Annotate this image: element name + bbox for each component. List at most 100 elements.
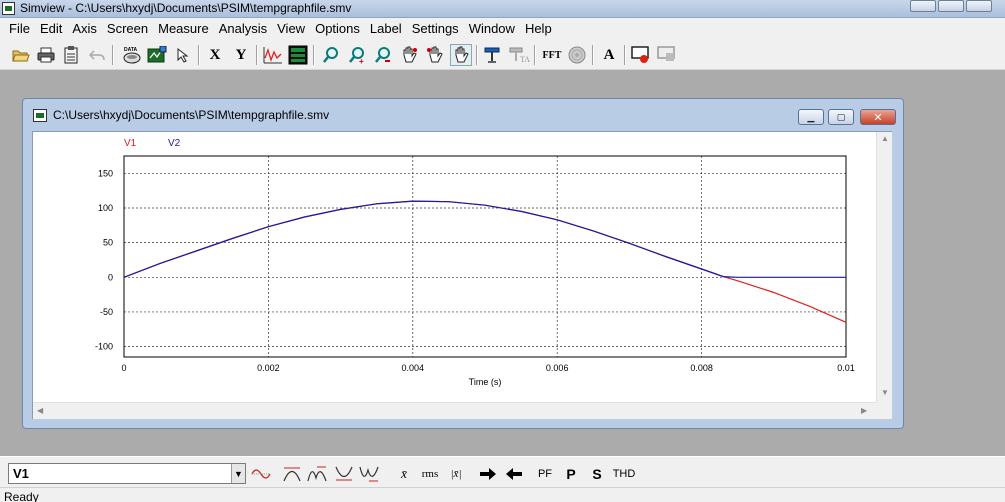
thd-button[interactable]: THD bbox=[611, 464, 637, 484]
menu-options[interactable]: Options bbox=[310, 18, 365, 40]
data-icon[interactable]: DATA bbox=[121, 44, 143, 66]
graph-close-button[interactable]: ✕ bbox=[860, 109, 896, 125]
scroll-right-icon[interactable]: ▶ bbox=[861, 406, 867, 415]
next-min-icon[interactable] bbox=[358, 464, 380, 484]
scroll-up-icon[interactable]: ▲ bbox=[881, 134, 889, 143]
close-button[interactable] bbox=[966, 0, 992, 12]
text-label-button[interactable]: A bbox=[598, 44, 620, 66]
next-max-icon[interactable] bbox=[306, 464, 328, 484]
graph-window-title-bar: C:\Users\hxydj\Documents\PSIM\tempgraphf… bbox=[23, 99, 903, 129]
graph-window-title: C:\Users\hxydj\Documents\PSIM\tempgraphf… bbox=[53, 108, 330, 122]
mean-button[interactable]: x̄ bbox=[393, 464, 415, 484]
scroll-corner bbox=[876, 402, 892, 419]
x-axis-button[interactable]: X bbox=[204, 44, 226, 66]
screen-disabled-icon[interactable] bbox=[656, 44, 678, 66]
legend-entry-v1[interactable]: V1 bbox=[124, 138, 137, 149]
measure-ta-icon[interactable]: TA bbox=[508, 44, 530, 66]
menu-bar: File Edit Axis Screen Measure Analysis V… bbox=[0, 18, 1005, 40]
menu-axis[interactable]: Axis bbox=[67, 18, 102, 40]
graph-maximize-button[interactable]: ▢ bbox=[828, 109, 854, 125]
series-line-v1[interactable] bbox=[123, 200, 847, 323]
menu-help[interactable]: Help bbox=[520, 18, 557, 40]
svg-text:TA: TA bbox=[520, 55, 530, 64]
power-factor-button[interactable]: PF bbox=[535, 464, 555, 484]
app-title-bar: Simview - C:\Users\hxydj\Documents\PSIM\… bbox=[0, 0, 1005, 18]
y-tick-label: 150 bbox=[98, 168, 113, 178]
max-peak-icon[interactable] bbox=[281, 464, 303, 484]
open-folder-icon[interactable] bbox=[10, 44, 32, 66]
menu-label[interactable]: Label bbox=[365, 18, 407, 40]
vertical-scrollbar[interactable]: ▲ ▼ bbox=[876, 132, 892, 402]
clipboard-icon[interactable] bbox=[60, 44, 82, 66]
horizontal-scrollbar[interactable]: ◀ ▶ bbox=[33, 402, 876, 419]
pan-right-hand-icon[interactable] bbox=[424, 44, 446, 66]
y-tick-label: 0 bbox=[108, 272, 113, 282]
measure-probe-icon[interactable] bbox=[482, 44, 504, 66]
menu-window[interactable]: Window bbox=[464, 18, 520, 40]
min-valley-icon[interactable] bbox=[333, 464, 355, 484]
status-text: Ready bbox=[4, 490, 39, 502]
menu-screen[interactable]: Screen bbox=[102, 18, 153, 40]
undo-icon[interactable] bbox=[86, 44, 108, 66]
graph-minimize-button[interactable]: ▁ bbox=[798, 109, 824, 125]
waveform-chart[interactable]: 0 0.002 0.004 0.006 0.008 0.01 150 100 50 0 -50 -10… bbox=[33, 132, 876, 402]
waveform-icon[interactable] bbox=[262, 44, 284, 66]
screen-layout-icon[interactable] bbox=[287, 44, 309, 66]
maximize-button[interactable] bbox=[938, 0, 964, 12]
zoom-in-icon[interactable]: + bbox=[346, 44, 368, 66]
data-icon-label: DATA bbox=[124, 47, 138, 53]
scroll-down-icon[interactable]: ▼ bbox=[881, 388, 889, 397]
print-icon[interactable] bbox=[35, 44, 57, 66]
apparent-power-button[interactable]: S bbox=[587, 464, 607, 484]
x-tick-label: 0.002 bbox=[257, 363, 280, 373]
arrow-left-icon[interactable] bbox=[503, 464, 525, 484]
fft-button[interactable]: FFT bbox=[538, 44, 566, 66]
menu-edit[interactable]: Edit bbox=[35, 18, 67, 40]
main-toolbar: DATA X Y + TA FFT A bbox=[0, 40, 1005, 70]
pan-left-hand-icon[interactable] bbox=[398, 44, 420, 66]
curve-select-dropdown[interactable]: V1 ▼ bbox=[8, 463, 246, 484]
rms-button[interactable]: rms bbox=[418, 464, 442, 484]
menu-file[interactable]: File bbox=[4, 18, 35, 40]
spectrum-disc-icon[interactable] bbox=[566, 44, 588, 66]
curve-toolbar: V1 ▼ x̄ rms |x̄| PF P S THD bbox=[0, 456, 1005, 488]
x-tick-label: 0.004 bbox=[402, 363, 425, 373]
y-tick-label: 50 bbox=[103, 238, 113, 248]
y-tick-label: -50 bbox=[100, 307, 113, 317]
real-power-button[interactable]: P bbox=[561, 464, 581, 484]
chevron-down-icon[interactable]: ▼ bbox=[231, 464, 245, 483]
arrow-right-icon[interactable] bbox=[477, 464, 499, 484]
minimize-button[interactable] bbox=[910, 0, 936, 12]
graph-document-icon bbox=[33, 109, 47, 122]
y-axis-button[interactable]: Y bbox=[230, 44, 252, 66]
menu-analysis[interactable]: Analysis bbox=[214, 18, 272, 40]
pan-hand-icon[interactable] bbox=[450, 44, 472, 66]
x-tick-label: 0 bbox=[121, 363, 126, 373]
abs-mean-button[interactable]: |x̄| bbox=[445, 464, 467, 484]
toolbar-separator bbox=[198, 45, 200, 65]
y-tick-label: 100 bbox=[98, 203, 113, 213]
zoom-icon[interactable] bbox=[320, 44, 342, 66]
zoom-out-icon[interactable] bbox=[372, 44, 394, 66]
menu-settings[interactable]: Settings bbox=[407, 18, 464, 40]
svg-text:+: + bbox=[359, 57, 364, 64]
toolbar-separator bbox=[256, 45, 258, 65]
x-tick-label: 0.008 bbox=[690, 363, 713, 373]
toolbar-separator bbox=[313, 45, 315, 65]
sine-wave-icon[interactable] bbox=[250, 464, 272, 484]
legend-entry-v2[interactable]: V2 bbox=[168, 138, 181, 149]
x-axis-label: Time (s) bbox=[469, 377, 502, 387]
simview-app-icon bbox=[2, 2, 15, 15]
toolbar-separator bbox=[624, 45, 626, 65]
add-curve-icon[interactable] bbox=[146, 44, 168, 66]
scroll-left-icon[interactable]: ◀ bbox=[37, 406, 43, 415]
toolbar-separator bbox=[534, 45, 536, 65]
screen-record-icon[interactable] bbox=[630, 44, 652, 66]
menu-measure[interactable]: Measure bbox=[153, 18, 214, 40]
y-tick-label: -100 bbox=[95, 342, 113, 352]
toolbar-separator bbox=[592, 45, 594, 65]
toolbar-separator bbox=[112, 45, 114, 65]
select-arrow-icon[interactable] bbox=[172, 44, 194, 66]
menu-view[interactable]: View bbox=[272, 18, 310, 40]
series-line-v2[interactable] bbox=[123, 200, 846, 278]
